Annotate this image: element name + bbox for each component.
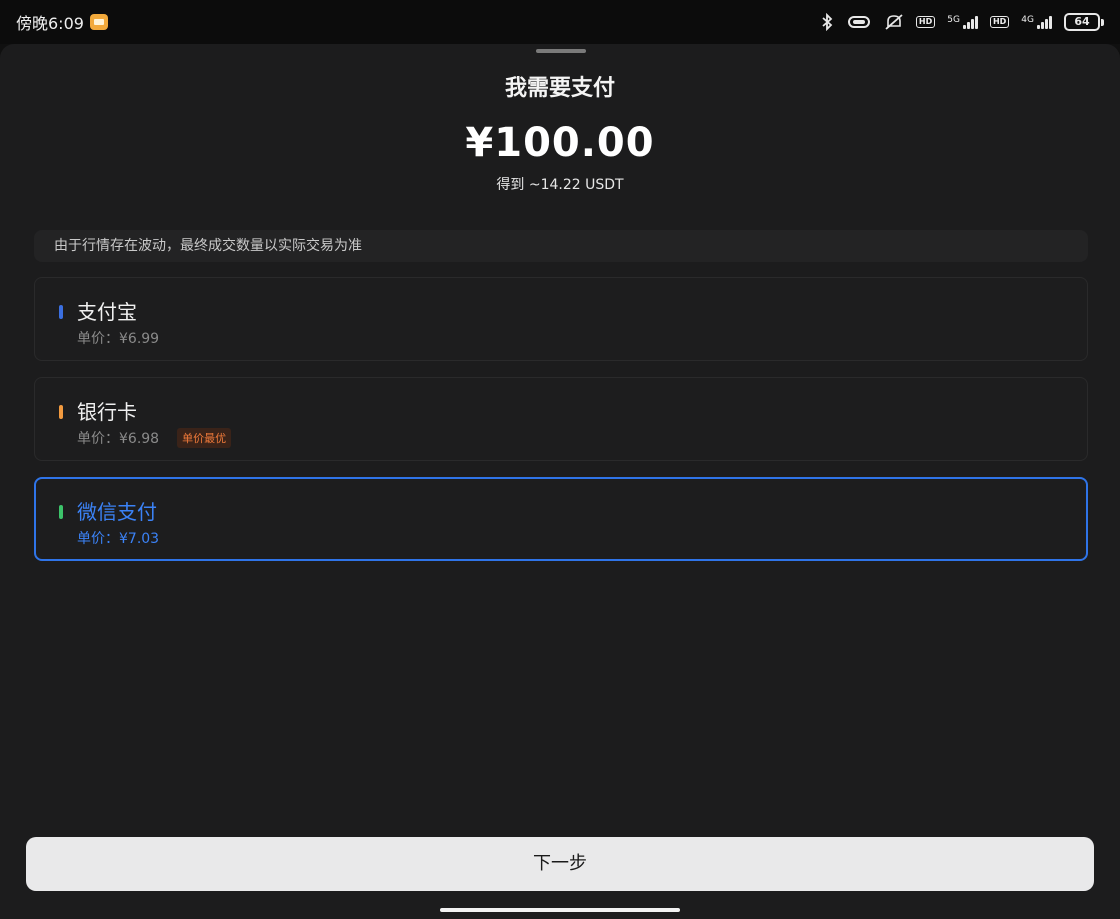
option-price: 单价：¥6.99: [77, 331, 160, 347]
battery-icon: 64: [1064, 13, 1104, 31]
price-notice: 由于行情存在波动，最终成交数量以实际交易为准: [34, 230, 1088, 262]
notification-icon: [89, 14, 108, 30]
sheet-grabber[interactable]: [536, 49, 586, 53]
option-name: 微信支付: [77, 500, 157, 524]
status-bar-left: 傍晚6:09: [16, 10, 108, 34]
bluetooth-icon: [820, 13, 834, 31]
payment-option-alipay[interactable]: 支付宝 单价：¥6.99: [34, 277, 1088, 361]
signal-5g-icon: 5G: [947, 15, 978, 29]
option-name: 银行卡: [77, 400, 137, 424]
hd-icon-2: HD: [989, 16, 1010, 28]
option-price: 单价：¥6.98: [77, 431, 160, 447]
payment-sheet: 我需要支付 ¥100.00 得到 ~14.22 USDT 由于行情存在波动，最终…: [0, 44, 1120, 919]
option-name: 支付宝: [77, 300, 137, 324]
signal-4g-icon: 4G: [1021, 15, 1052, 29]
option-price-row: 单价：¥6.98 单价最优: [77, 428, 232, 448]
vibrate-icon: [846, 15, 872, 29]
best-price-badge: 单价最优: [177, 428, 232, 448]
payment-option-bank-card[interactable]: 银行卡 单价：¥6.98 单价最优: [34, 377, 1088, 461]
next-step-button[interactable]: 下一步: [26, 837, 1094, 891]
mute-icon: [884, 13, 904, 31]
hd-icon: HD: [915, 16, 936, 28]
clock: 傍晚6:09: [16, 14, 84, 33]
sheet-title: 我需要支付: [504, 76, 615, 101]
option-marker: [59, 505, 63, 519]
status-bar: 傍晚6:09 HD 5G HD 4G 64: [0, 0, 1120, 44]
option-price-row: 单价：¥6.99: [77, 328, 159, 348]
option-marker: [59, 405, 63, 419]
option-price: 单价：¥7.03: [77, 531, 160, 547]
battery-level: 64: [1064, 13, 1100, 31]
receive-amount: 得到 ~14.22 USDT: [496, 177, 624, 193]
payment-option-wechat-pay[interactable]: 微信支付 单价：¥7.03: [34, 477, 1088, 561]
home-indicator[interactable]: [440, 908, 680, 912]
option-price-row: 单价：¥7.03: [77, 528, 159, 548]
status-bar-right: HD 5G HD 4G 64: [820, 13, 1104, 31]
pay-amount: ¥100.00: [465, 120, 655, 166]
option-marker: [59, 305, 63, 319]
